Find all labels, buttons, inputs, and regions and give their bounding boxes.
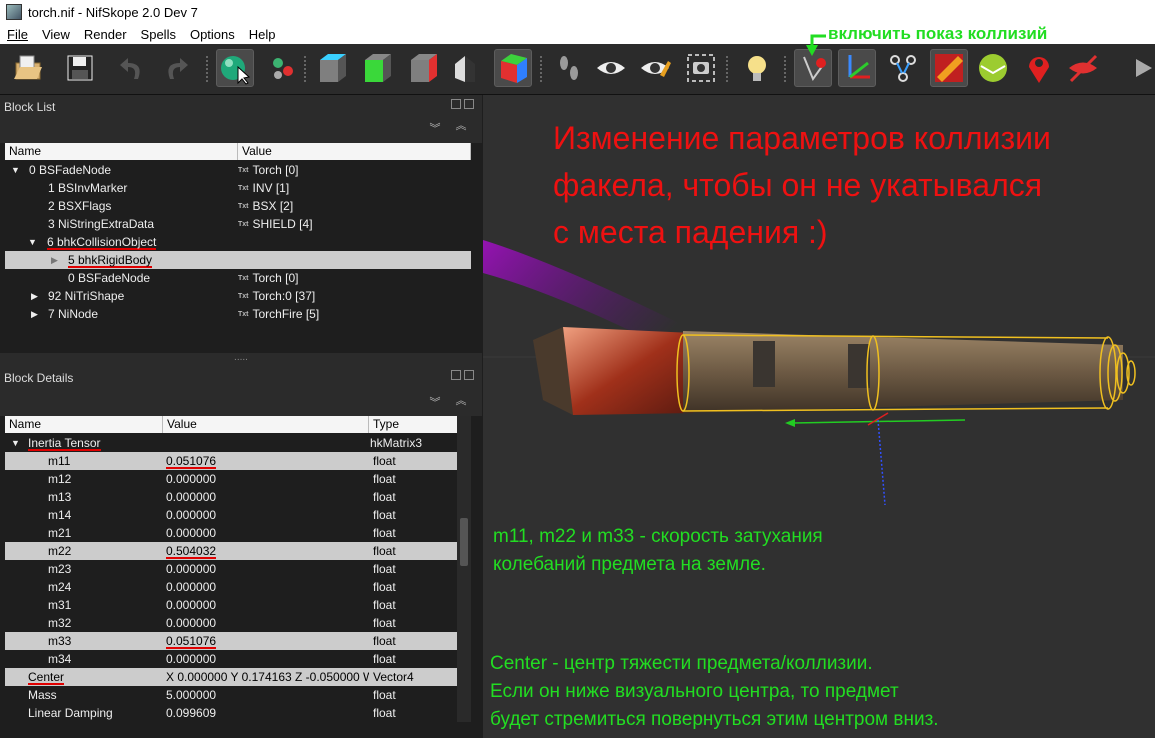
- table-row[interactable]: m21 0.000000 float: [5, 524, 457, 542]
- expand-all-icon[interactable]: ︾: [428, 122, 442, 136]
- menu-help[interactable]: Help: [242, 27, 283, 42]
- table-row[interactable]: Center X 0.000000 Y 0.174163 Z -0.050000…: [5, 668, 457, 686]
- list-item[interactable]: ▶ 7 NiNode Txt TorchFire [5]: [5, 305, 471, 323]
- view-front-icon[interactable]: [358, 49, 396, 87]
- screenshot-icon[interactable]: [682, 49, 720, 87]
- expand-all-icon[interactable]: ︾: [428, 396, 442, 410]
- view-top-icon[interactable]: [313, 49, 351, 87]
- table-row[interactable]: m32 0.000000 float: [5, 614, 457, 632]
- heading-line: Изменение параметров коллизии: [553, 120, 1051, 156]
- details-scrollbar[interactable]: [457, 416, 471, 722]
- table-row[interactable]: ▼ Inertia Tensor hkMatrix3: [5, 434, 457, 452]
- col-value[interactable]: Value: [238, 143, 471, 160]
- list-item[interactable]: 2 BSXFlags Txt BSX [2]: [5, 197, 471, 215]
- annotation-arrow-icon: [806, 34, 826, 56]
- light-icon[interactable]: [738, 49, 776, 87]
- view-perspective-icon[interactable]: [494, 49, 532, 87]
- expanded-icon[interactable]: ▼: [11, 161, 20, 179]
- eye-dropper-icon[interactable]: [636, 49, 674, 87]
- walk-icon[interactable]: [550, 49, 588, 87]
- table-row[interactable]: m22 0.504032 float: [5, 542, 457, 560]
- list-item[interactable]: 0 BSFadeNode Txt Torch [0]: [5, 269, 471, 287]
- menu-options[interactable]: Options: [183, 27, 242, 42]
- table-row[interactable]: m33 0.051076 float: [5, 632, 457, 650]
- collapse-all-icon[interactable]: ︽: [454, 394, 468, 408]
- viewport-heading: Изменение параметров коллизии факела, чт…: [553, 115, 1051, 256]
- table-row[interactable]: m12 0.000000 float: [5, 470, 457, 488]
- title-bar: torch.nif - NifSkope 2.0 Dev 7: [0, 0, 1155, 24]
- table-row[interactable]: Linear Damping 0.099609 float: [5, 704, 457, 722]
- col-value[interactable]: Value: [163, 416, 369, 433]
- render-viewport[interactable]: Изменение параметров коллизии факела, чт…: [483, 95, 1155, 738]
- float-icon[interactable]: [451, 370, 461, 380]
- redo-icon[interactable]: [158, 49, 196, 87]
- collapsed-icon[interactable]: ▶: [51, 251, 58, 269]
- expanded-icon[interactable]: ▼: [11, 434, 20, 452]
- float-icon[interactable]: [451, 99, 461, 109]
- sphere-icon[interactable]: [974, 49, 1012, 87]
- collapse-all-icon[interactable]: ︽: [454, 119, 468, 133]
- block-list-header: Block List: [0, 95, 482, 119]
- select-icon[interactable]: [216, 49, 254, 87]
- center-note: Center - центр тяжести предмета/коллизии…: [490, 653, 939, 730]
- list-item[interactable]: 3 NiStringExtraData Txt SHIELD [4]: [5, 215, 471, 233]
- view-user-icon[interactable]: [450, 49, 488, 87]
- collapsed-icon[interactable]: ▶: [31, 305, 38, 323]
- col-name[interactable]: Name: [5, 416, 163, 433]
- table-row[interactable]: m13 0.000000 float: [5, 488, 457, 506]
- heading-line: с места падения :): [553, 214, 828, 250]
- col-name[interactable]: Name: [5, 143, 238, 160]
- table-row[interactable]: m34 0.000000 float: [5, 650, 457, 668]
- expanded-icon[interactable]: ▼: [28, 233, 37, 251]
- nodes-icon[interactable]: [884, 49, 922, 87]
- window-title: torch.nif - NifSkope 2.0 Dev 7: [28, 4, 198, 20]
- table-row[interactable]: m31 0.000000 float: [5, 596, 457, 614]
- block-details-columns: Name Value Type: [5, 416, 457, 433]
- block-details-header: Block Details: [0, 366, 482, 390]
- undo-icon[interactable]: [112, 49, 150, 87]
- block-list-columns: Name Value: [5, 143, 471, 160]
- menu-render[interactable]: Render: [77, 27, 134, 42]
- scrollbar-thumb[interactable]: [460, 518, 468, 566]
- close-icon[interactable]: [464, 370, 474, 380]
- play-icon[interactable]: [1126, 49, 1155, 87]
- collision-toggle-annotation: включить показ коллизий: [828, 24, 1048, 43]
- menu-spells[interactable]: Spells: [134, 27, 183, 42]
- view-side-icon[interactable]: [404, 49, 442, 87]
- table-row[interactable]: m14 0.000000 float: [5, 506, 457, 524]
- close-icon[interactable]: [464, 99, 474, 109]
- list-item[interactable]: 1 BSInvMarker Txt INV [1]: [5, 179, 471, 197]
- list-item[interactable]: ▶ 92 NiTriShape Txt Torch:0 [37]: [5, 287, 471, 305]
- menu-view[interactable]: View: [35, 27, 77, 42]
- list-item-selected[interactable]: ▶ 5 bhkRigidBody: [5, 251, 471, 269]
- damping-note: m11, m22 и m33 - скорость затухания коле…: [493, 526, 823, 575]
- toolbar: [0, 44, 1155, 95]
- table-row[interactable]: m24 0.000000 float: [5, 578, 457, 596]
- open-icon[interactable]: [8, 49, 46, 87]
- menu-file[interactable]: File: [0, 27, 35, 42]
- heading-line: факела, чтобы он не укатывался: [553, 167, 1043, 203]
- table-row[interactable]: Mass 5.000000 float: [5, 686, 457, 704]
- collapsed-icon[interactable]: ▶: [31, 287, 38, 305]
- texture-icon[interactable]: [930, 49, 968, 87]
- list-item[interactable]: ▼ 0 BSFadeNode Txt Torch [0]: [5, 161, 471, 179]
- hide-icon[interactable]: [1064, 49, 1102, 87]
- table-row[interactable]: m11 0.051076 float: [5, 452, 457, 470]
- save-icon[interactable]: [60, 49, 98, 87]
- col-type[interactable]: Type: [369, 416, 457, 433]
- marker-icon[interactable]: [1020, 49, 1058, 87]
- eye-icon[interactable]: [592, 49, 630, 87]
- app-icon: [6, 4, 22, 20]
- transform-icon[interactable]: [264, 49, 302, 87]
- table-row[interactable]: m23 0.000000 float: [5, 560, 457, 578]
- block-details-title: Block Details: [4, 371, 74, 385]
- axes-icon[interactable]: [838, 49, 876, 87]
- block-list-title: Block List: [4, 100, 56, 114]
- list-item[interactable]: ▼ 6 bhkCollisionObject: [5, 233, 471, 251]
